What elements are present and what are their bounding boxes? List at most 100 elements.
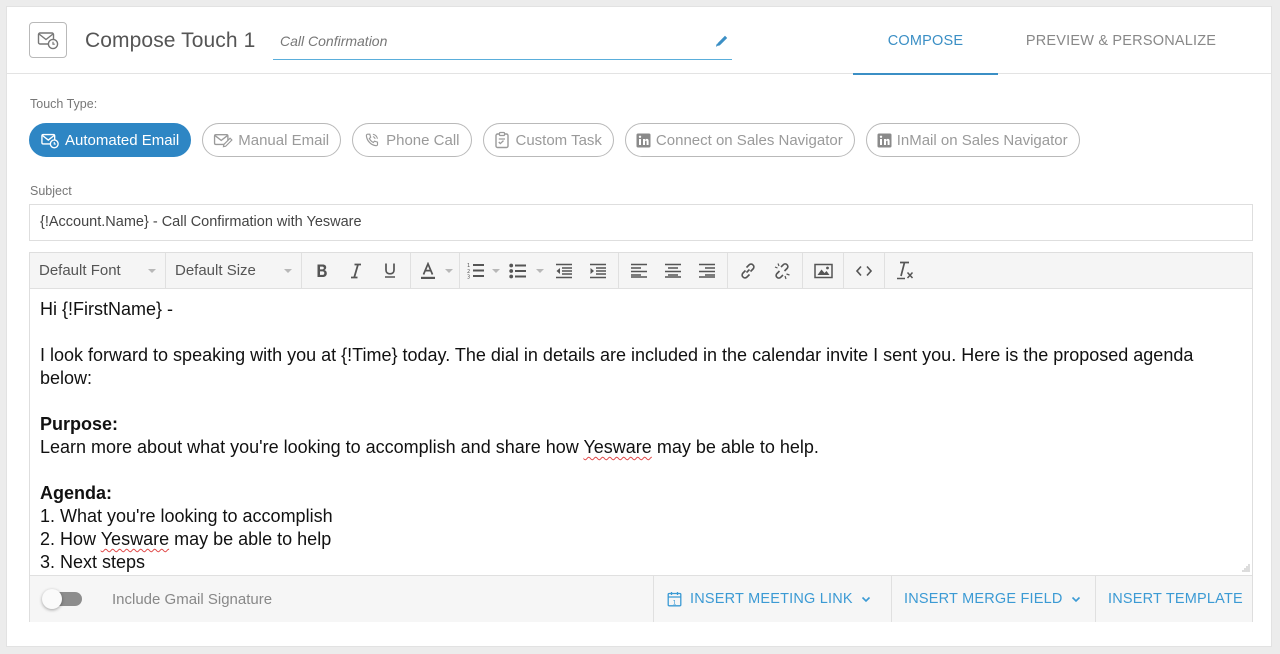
touch-type-label: Touch Type:	[30, 97, 98, 111]
compose-touch-panel: Compose Touch 1 COMPOSE PREVIEW & PERSON…	[6, 6, 1272, 647]
list-group: 123	[460, 253, 619, 288]
email-body-editor[interactable]: Hi {!FirstName} - I look forward to spea…	[30, 289, 1252, 575]
pill-label: InMail on Sales Navigator	[896, 131, 1068, 149]
text-style-group	[302, 253, 411, 288]
code-icon	[856, 265, 872, 276]
outdent-button[interactable]	[547, 256, 581, 286]
image-group	[803, 253, 844, 288]
resize-handle-icon[interactable]	[1240, 563, 1250, 573]
align-right-button[interactable]	[690, 256, 724, 286]
link-icon	[741, 262, 755, 279]
align-right-icon	[699, 263, 715, 278]
touch-type-inmail-sales-navigator[interactable]: InMail on Sales Navigator	[865, 123, 1080, 157]
unlink-button[interactable]	[765, 256, 799, 286]
numbered-list-button[interactable]: 123	[463, 256, 489, 286]
tab-preview-personalize[interactable]: PREVIEW & PERSONALIZE	[1021, 7, 1221, 74]
gmail-signature-label: Include Gmail Signature	[112, 590, 273, 608]
compose-header: Compose Touch 1 COMPOSE PREVIEW & PERSON…	[7, 7, 1271, 75]
chevron-down-icon	[1071, 596, 1080, 602]
email-editor: Default Font Default Size 1 2 3 Hi {!Fir…	[29, 252, 1253, 622]
insert-meeting-link-label: INSERT MEETING LINK	[690, 591, 853, 607]
outdent-icon	[556, 263, 572, 278]
editor-footer: Include Gmail Signature 1 INSERT MEETING…	[30, 575, 1252, 622]
page-title: Compose Touch 1	[85, 29, 256, 52]
text-color-icon	[421, 261, 435, 279]
pencil-icon[interactable]	[714, 33, 730, 54]
underline-icon	[385, 263, 395, 278]
clipboard-task-icon	[494, 131, 509, 149]
align-center-icon	[665, 263, 681, 278]
automated-email-icon	[37, 32, 59, 50]
subject-field	[29, 204, 1253, 241]
subject-input[interactable]	[40, 214, 1230, 230]
text-fragment: may be able to help.	[651, 437, 819, 457]
image-icon	[813, 263, 833, 278]
misspelled-word: Yesware	[583, 437, 652, 457]
gmail-signature-toggle[interactable]	[42, 589, 84, 609]
align-center-button[interactable]	[656, 256, 690, 286]
alignment-group	[619, 253, 728, 288]
source-code-button[interactable]	[847, 256, 881, 286]
body-greeting: Hi {!FirstName} -	[40, 299, 174, 319]
insert-link-button[interactable]	[731, 256, 765, 286]
italic-icon	[351, 263, 361, 278]
text-fragment: 2. How	[40, 529, 101, 549]
numbered-list-icon: 123	[467, 263, 484, 280]
chevron-down-icon	[445, 268, 453, 273]
touch-type-manual-email[interactable]: Manual Email	[202, 123, 342, 157]
text-color-button[interactable]	[414, 256, 442, 286]
agenda-item: 1. What you're looking to accomplish	[40, 506, 333, 526]
subject-label: Subject	[30, 184, 72, 198]
align-left-icon	[631, 263, 647, 278]
touch-type-phone-call[interactable]: Phone Call	[352, 123, 472, 157]
unlink-icon	[774, 262, 790, 279]
clear-formatting-button[interactable]	[888, 256, 922, 286]
touch-name-field	[273, 27, 732, 60]
bulleted-list-button[interactable]	[503, 256, 533, 286]
insert-meeting-link-button[interactable]: 1 INSERT MEETING LINK	[653, 576, 891, 622]
touch-type-custom-task[interactable]: Custom Task	[482, 123, 614, 157]
chevron-down-icon	[492, 268, 500, 273]
calendar-icon: 1	[667, 592, 682, 607]
touch-type-icon-box	[29, 22, 67, 58]
agenda-heading: Agenda:	[40, 483, 112, 503]
text-color-dropdown[interactable]	[442, 268, 456, 273]
touch-type-connect-sales-navigator[interactable]: Connect on Sales Navigator	[624, 123, 855, 157]
font-size-value: Default Size	[175, 262, 256, 279]
pill-label: Manual Email	[238, 131, 330, 149]
underline-button[interactable]	[373, 256, 407, 286]
clear-format-group	[885, 253, 925, 288]
chevron-down-icon	[861, 596, 870, 602]
pill-label: Automated Email	[65, 131, 180, 149]
italic-button[interactable]	[339, 256, 373, 286]
manual-email-icon	[214, 134, 233, 148]
agenda-item: 3. Next steps	[40, 552, 146, 572]
tab-compose[interactable]: COMPOSE	[853, 7, 998, 75]
pill-label: Phone Call	[386, 131, 460, 149]
phone-icon	[365, 133, 379, 147]
align-left-button[interactable]	[622, 256, 656, 286]
linkedin-icon	[636, 133, 651, 147]
link-group	[728, 253, 803, 288]
text-fragment: may be able to help	[169, 529, 332, 549]
linkedin-icon	[877, 133, 892, 147]
touch-name-input[interactable]	[280, 33, 700, 49]
indent-button[interactable]	[581, 256, 615, 286]
automated-email-icon	[41, 133, 59, 148]
numbered-list-dropdown[interactable]	[489, 268, 503, 273]
svg-text:3: 3	[467, 275, 470, 280]
font-size-select[interactable]: Default Size	[166, 253, 302, 288]
bulleted-list-dropdown[interactable]	[533, 268, 547, 273]
insert-template-button[interactable]: INSERT TEMPLATE	[1095, 576, 1252, 622]
touch-type-automated-email[interactable]: Automated Email	[29, 123, 192, 157]
font-family-select[interactable]: Default Font	[30, 253, 166, 288]
svg-text:1: 1	[673, 599, 677, 606]
purpose-text: Learn more about what you're looking to …	[40, 436, 1242, 459]
pill-label: Custom Task	[515, 131, 602, 149]
chevron-down-icon	[148, 268, 156, 273]
pill-label: Connect on Sales Navigator	[655, 131, 843, 149]
bold-button[interactable]	[305, 256, 339, 286]
insert-image-button[interactable]	[806, 256, 840, 286]
insert-merge-field-button[interactable]: INSERT MERGE FIELD	[891, 576, 1095, 622]
agenda-item: 2. How Yesware may be able to help	[40, 528, 1242, 551]
